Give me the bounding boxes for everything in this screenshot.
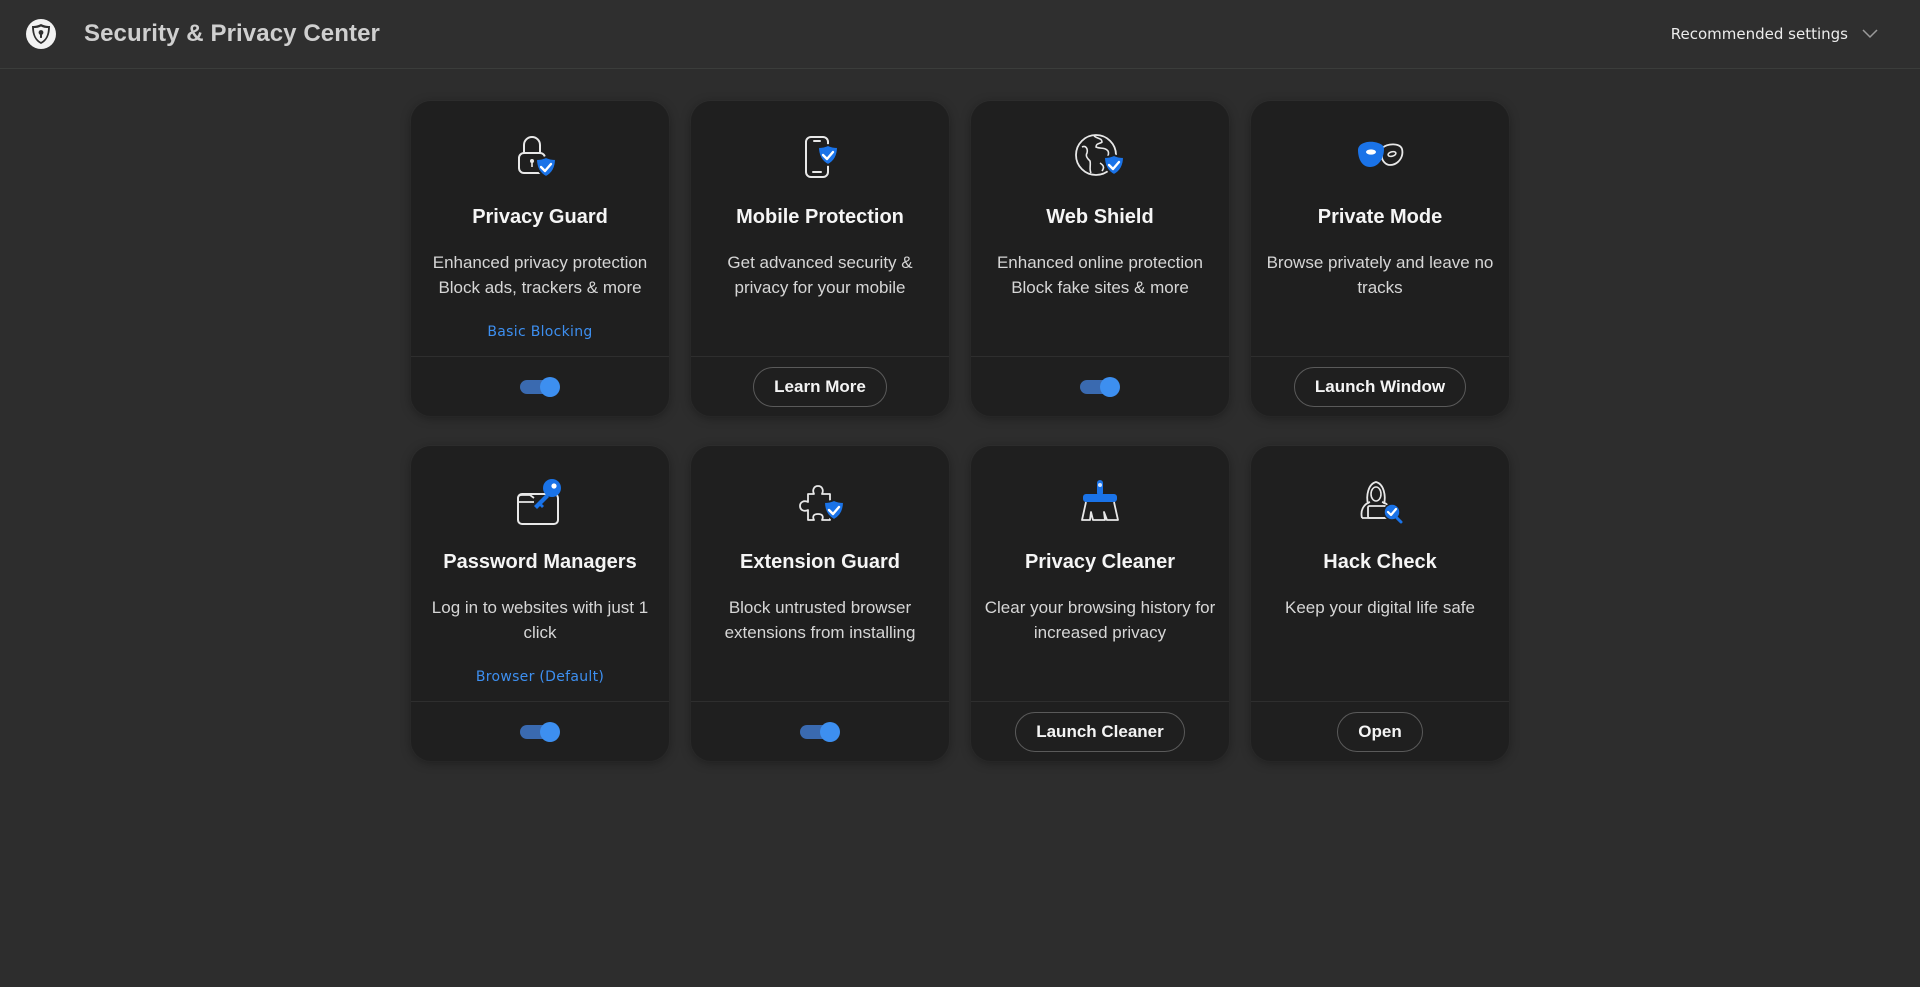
card-extension-guard: Extension Guard Block untrusted browser … <box>691 446 949 761</box>
blocking-level-link[interactable]: Basic Blocking <box>411 324 669 340</box>
launch-window-button[interactable]: Launch Window <box>1293 366 1467 407</box>
password-managers-toggle[interactable] <box>520 721 560 742</box>
card-description: Log in to websites with just 1 click <box>431 598 649 642</box>
card-description: Get advanced security & privacy for your… <box>727 253 913 297</box>
lock-shield-icon <box>512 129 568 185</box>
card-privacy-guard: Privacy Guard Enhanced privacy protectio… <box>411 101 669 416</box>
card-footer: Launch Cleaner <box>971 701 1229 761</box>
card-footer: Open <box>1251 701 1509 761</box>
app-header: Security & Privacy Center Recommended se… <box>0 0 1920 69</box>
masks-icon <box>1352 129 1408 185</box>
chevron-down-icon <box>1862 29 1878 39</box>
card-description: Browse privately and leave no tracks <box>1266 253 1494 297</box>
card-password-managers: Password Managers Log in to websites wit… <box>411 446 669 761</box>
card-title: Private Mode <box>1317 206 1443 228</box>
web-shield-toggle[interactable] <box>1080 376 1120 397</box>
feature-grid: Privacy Guard Enhanced privacy protectio… <box>411 101 1509 761</box>
card-title: Privacy Guard <box>472 206 608 228</box>
card-footer <box>691 701 949 761</box>
card-footer: Learn More <box>691 356 949 416</box>
recommended-settings-dropdown[interactable]: Recommended settings <box>1671 22 1878 46</box>
password-manager-link[interactable]: Browser (Default) <box>411 669 669 685</box>
recommended-settings-label: Recommended settings <box>1670 25 1848 43</box>
card-private-mode: Private Mode Browse privately and leave … <box>1251 101 1509 416</box>
card-hack-check: Hack Check Keep your digital life safe O… <box>1251 446 1509 761</box>
launch-cleaner-button[interactable]: Launch Cleaner <box>1015 711 1185 752</box>
hacker-search-icon <box>1352 474 1408 530</box>
card-footer <box>971 356 1229 416</box>
card-privacy-cleaner: Privacy Cleaner Clear your browsing hist… <box>971 446 1229 761</box>
phone-shield-icon <box>792 129 848 185</box>
card-mobile-protection: Mobile Protection Get advanced security … <box>691 101 949 416</box>
card-title: Privacy Cleaner <box>1024 551 1176 573</box>
globe-shield-icon <box>1072 129 1128 185</box>
open-button[interactable]: Open <box>1337 711 1423 752</box>
card-title: Extension Guard <box>739 551 901 573</box>
learn-more-button[interactable]: Learn More <box>753 366 887 407</box>
privacy-guard-toggle[interactable] <box>520 376 560 397</box>
card-description: Keep your digital life safe <box>1285 598 1475 617</box>
card-description: Enhanced privacy protection Block ads, tr… <box>432 253 648 297</box>
puzzle-shield-icon <box>792 474 848 530</box>
card-description: Block untrusted browser extensions from … <box>724 598 916 642</box>
card-footer <box>411 701 669 761</box>
toggle-knob <box>540 376 560 397</box>
card-title: Web Shield <box>1046 206 1154 228</box>
toggle-knob <box>1100 376 1120 397</box>
card-description: Clear your browsing history for increase… <box>984 598 1216 642</box>
card-footer <box>411 356 669 416</box>
broom-icon <box>1072 474 1128 530</box>
card-web-shield: Web Shield Enhanced online protection Blo… <box>971 101 1229 416</box>
app-title: Security & Privacy Center <box>84 20 380 47</box>
toggle-knob <box>540 721 560 742</box>
key-wallet-icon <box>512 474 568 530</box>
card-title: Hack Check <box>1323 551 1437 573</box>
extension-guard-toggle[interactable] <box>800 721 840 742</box>
card-title: Password Managers <box>443 551 637 573</box>
toggle-knob <box>820 721 840 742</box>
card-title: Mobile Protection <box>736 206 904 228</box>
card-description: Enhanced online protection Block fake sit… <box>996 253 1204 297</box>
card-footer: Launch Window <box>1251 356 1509 416</box>
shield-lock-logo-icon <box>25 18 57 50</box>
